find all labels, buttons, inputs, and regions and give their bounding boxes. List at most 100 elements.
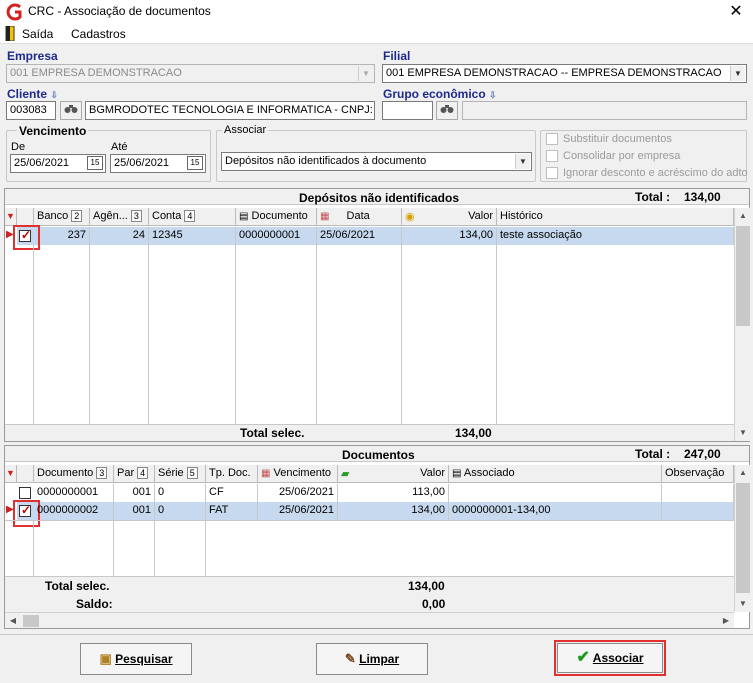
check-icon: ✔ [576,649,590,666]
associar-select[interactable]: Depósitos não identificados à documento … [221,152,532,171]
scroll-up-icon[interactable]: ▲ [735,465,751,481]
binoculars-icon [440,105,454,113]
col-serie[interactable]: Série 5 [155,465,206,483]
documentos-scrollbar[interactable]: ▲ ▼ [734,465,750,612]
cell-agencia: 24 [90,227,149,245]
scroll-down-icon[interactable]: ▼ [735,596,751,612]
exit-door-icon [5,26,15,41]
cell-conta: 12345 [149,227,236,245]
substituir-checkbox[interactable] [546,133,558,145]
depositos-selec-value: 134,00 [455,426,492,440]
scroll-left-icon[interactable]: ◀ [5,613,21,629]
depositos-scrollbar[interactable]: ▲ ▼ [734,208,750,441]
calendar-icon: ▦ [320,211,330,222]
cell-serie: 0 [155,502,206,520]
grid-line [154,520,155,576]
saldo-value: 0,00 [422,597,446,611]
calendar-icon[interactable]: 15 [87,156,103,170]
menu-item-saida[interactable]: Saída [22,27,53,41]
search-grupo-button[interactable] [436,101,458,120]
cell-observacao [662,484,734,502]
calendar-icon[interactable]: 15 [187,156,203,170]
documentos-footer [5,576,734,612]
documentos-selec-label: Total selec. [45,579,110,593]
col-data[interactable]: ▦ Data [317,208,402,226]
documento-row-checkbox[interactable] [19,487,31,499]
ignorar-label: Ignorar desconto e acréscimo do adto [563,167,748,179]
chevron-down-icon: ▼ [358,66,373,81]
binoculars-icon [64,105,78,113]
ignorar-checkbox[interactable] [546,167,558,179]
grupo-code-input[interactable] [382,101,433,120]
scroll-up-icon[interactable]: ▲ [735,208,751,224]
cliente-code-input[interactable]: 003083 [6,101,56,120]
col-valor[interactable]: ▰ Valor [338,465,449,483]
cell-tpdoc: FAT [206,502,258,520]
scroll-thumb[interactable] [736,483,750,593]
col-observacao[interactable]: Observação [662,465,734,483]
grid-line [33,245,34,424]
documentos-hscrollbar[interactable]: ◀ ▶ [5,612,734,628]
col-par[interactable]: Par 4 [114,465,155,483]
scroll-thumb[interactable] [23,615,39,627]
grupo-label: Grupo econômico ⇩ [383,87,497,101]
depositos-title: Depósitos não identificados [299,191,460,205]
associar-button[interactable]: ✔ Associar [557,643,663,673]
grid-line [113,520,114,576]
associar-label: Associar [222,124,269,136]
scroll-right-icon[interactable]: ▶ [718,613,734,629]
col-banco[interactable]: Banco 2 [34,208,90,226]
consolidar-checkbox[interactable] [546,150,558,162]
grid-line [316,245,317,424]
col-tpdoc[interactable]: Tp. Doc. [206,465,258,483]
col-valor[interactable]: ◉ Valor [402,208,497,226]
cell-vencimento: 25/06/2021 [258,502,338,520]
cell-valor: 134,00 [338,502,449,520]
col-vencimento[interactable]: ▦ Vencimento [258,465,338,483]
depositos-selec-label: Total selec. [240,426,305,440]
col-check [17,465,34,483]
row-indicator-header: ▼ [5,465,17,483]
documentos-total-value: 247,00 [684,447,721,461]
limpar-button[interactable]: ✎ Limpar [316,643,428,675]
documentos-title: Documentos [342,448,415,462]
filial-label: Filial [383,49,411,63]
cliente-label: Cliente ⇩ [7,87,58,101]
scroll-down-icon[interactable]: ▼ [735,425,751,441]
cell-observacao [662,502,734,520]
filter-icon: ⇩ [50,90,58,100]
scroll-thumb[interactable] [736,226,750,326]
grupo-name-input [462,101,747,120]
cell-associado: 0000000001-134,00 [449,502,662,520]
ate-date-input[interactable]: 25/06/2021 15 [110,154,206,173]
grid-line [496,245,497,424]
col-historico[interactable]: Histórico [497,208,734,226]
menu-item-cadastros[interactable]: Cadastros [71,27,126,41]
col-associado[interactable]: ▤ Associado [449,465,662,483]
title-bar: CRC - Associação de documentos ✕ [0,0,753,24]
pesquisar-button[interactable]: ▣ Pesquisar [80,643,192,675]
col-documento[interactable]: Documento 3 [34,465,114,483]
col-documento[interactable]: ▤ Documento [236,208,317,226]
empresa-select[interactable]: 001 EMPRESA DEMONSTRACAO ▼ [6,64,375,83]
substituir-label: Substituir documentos [563,133,672,145]
cell-documento: 0000000002 [34,502,114,520]
de-date-input[interactable]: 25/06/2021 15 [10,154,106,173]
chevron-down-icon: ▼ [730,66,745,81]
saldo-label: Saldo: [76,597,113,611]
search-cliente-button[interactable] [60,101,82,120]
col-conta[interactable]: Conta 4 [149,208,236,226]
sort-triangle-icon: ▼ [6,468,15,478]
depositos-footer [5,424,734,441]
cliente-name-input[interactable]: BGMRODOTEC TECNOLOGIA E INFORMATICA - CN… [85,101,375,120]
chevron-down-icon: ▼ [515,154,530,169]
grid-line [205,520,206,576]
col-agencia[interactable]: Agên... 3 [90,208,149,226]
calendar-icon: ▦ [261,468,271,479]
document-icon: ▤ [239,211,249,222]
coins-icon: ◉ [405,211,415,223]
depositos-total-label: Total : [635,190,671,204]
cell-documento: 0000000001 [34,484,114,502]
close-button[interactable]: ✕ [725,1,747,23]
filial-select[interactable]: 001 EMPRESA DEMONSTRACAO -- EMPRESA DEMO… [382,64,747,83]
